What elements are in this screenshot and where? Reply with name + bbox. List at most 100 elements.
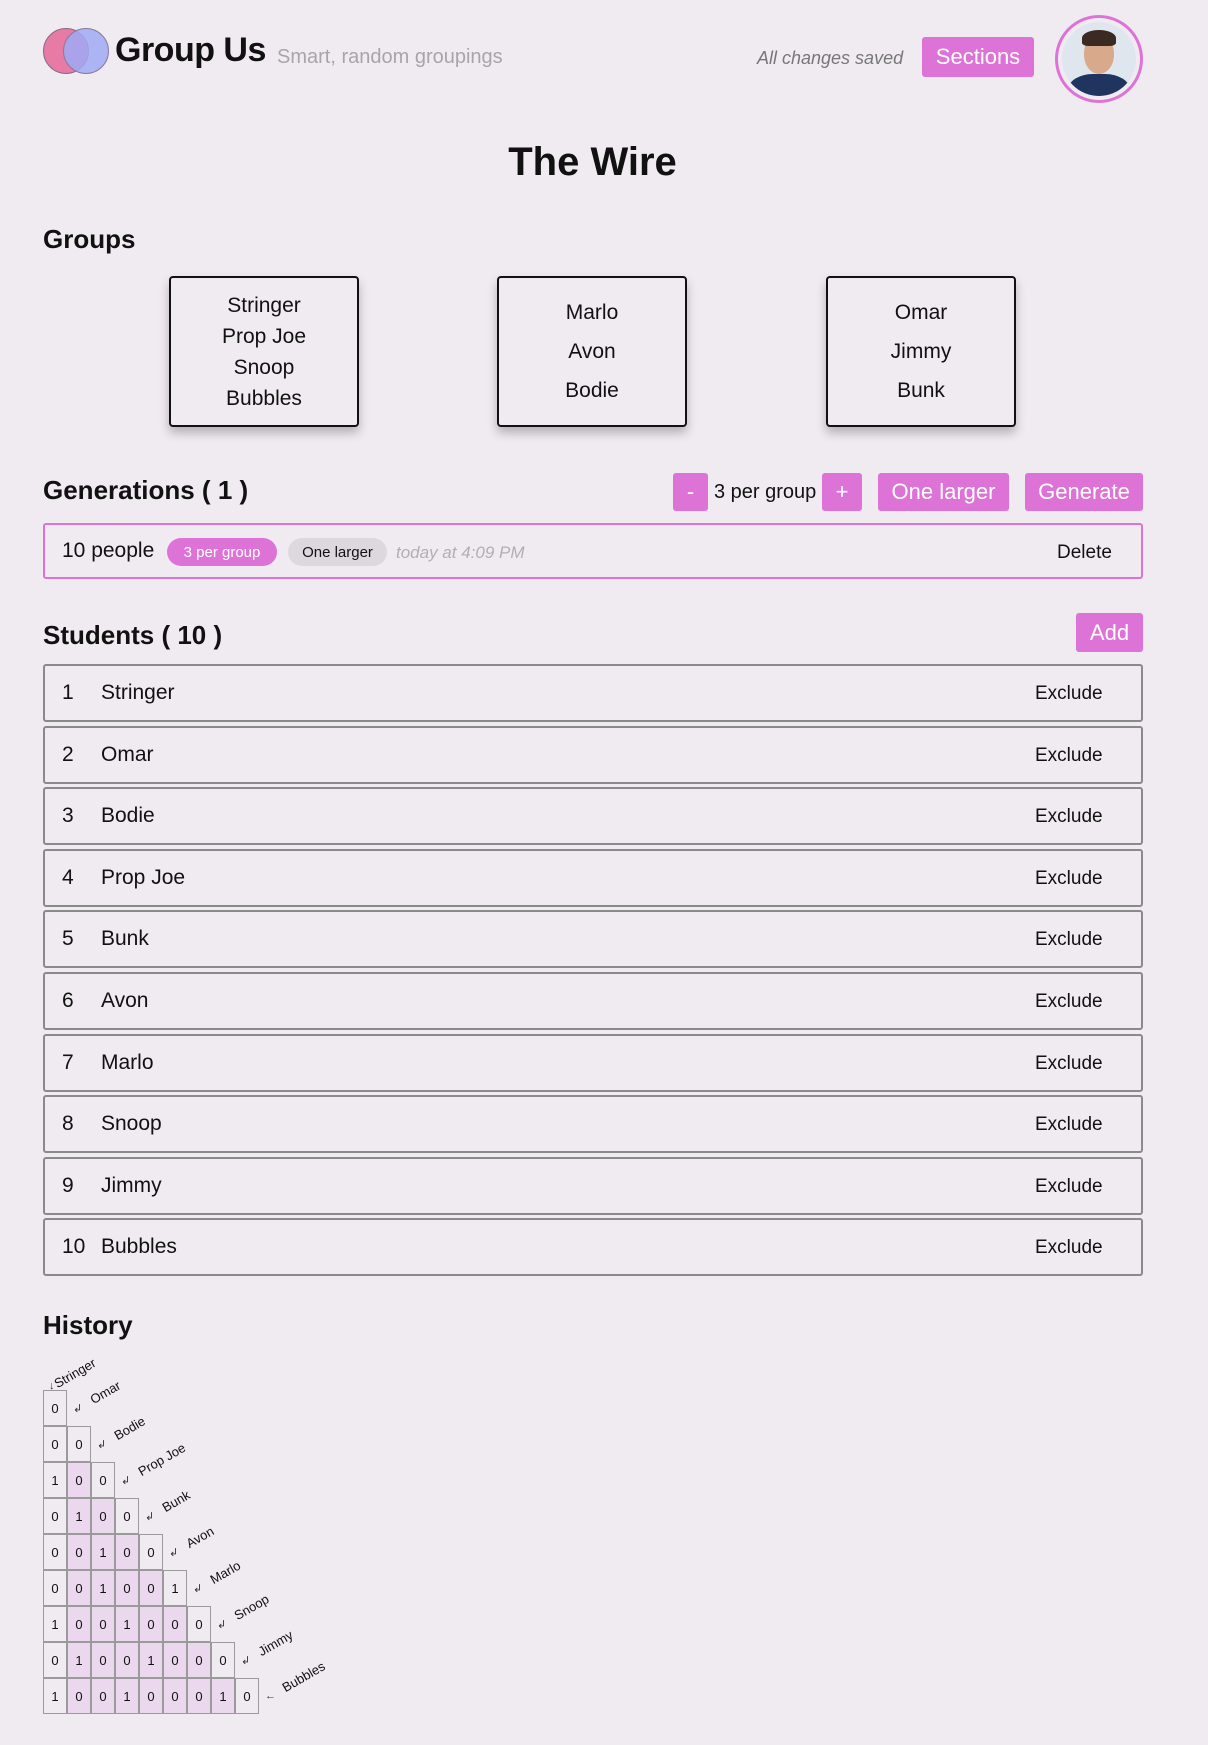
exclude-student-button[interactable]: Exclude	[1035, 745, 1103, 767]
exclude-student-button[interactable]: Exclude	[1035, 929, 1103, 951]
generation-entry[interactable]: 10 people 3 per group One larger today a…	[43, 523, 1143, 579]
student-name: Bubbles	[101, 1235, 177, 1259]
history-label: Jimmy	[255, 1627, 296, 1659]
student-row[interactable]: 3 Bodie Exclude	[43, 787, 1143, 846]
history-cell: 0	[115, 1498, 139, 1534]
history-cell: 0	[163, 1606, 187, 1642]
exclude-student-button[interactable]: Exclude	[1035, 1237, 1103, 1259]
group-member: Avon	[568, 340, 616, 363]
student-row[interactable]: 8 Snoop Exclude	[43, 1095, 1143, 1154]
history-cell: 0	[67, 1462, 91, 1498]
history-cell: 0	[67, 1534, 91, 1570]
history-cell: 1	[139, 1642, 163, 1678]
one-larger-badge: One larger	[288, 538, 387, 566]
history-label: Bodie	[111, 1413, 148, 1443]
history-cell: 0	[43, 1534, 67, 1570]
student-row[interactable]: 4 Prop Joe Exclude	[43, 848, 1143, 907]
student-row[interactable]: 2 Omar Exclude	[43, 725, 1143, 784]
history-cell: 0	[187, 1678, 211, 1714]
student-name: Bodie	[101, 804, 155, 828]
exclude-student-button[interactable]: Exclude	[1035, 991, 1103, 1013]
increase-group-size-button[interactable]: +	[822, 473, 862, 511]
history-cell: 0	[91, 1462, 115, 1498]
exclude-student-button[interactable]: Exclude	[1035, 868, 1103, 890]
generation-timestamp: today at 4:09 PM	[396, 543, 525, 562]
logo-icon	[43, 28, 109, 74]
exclude-student-button[interactable]: Exclude	[1035, 683, 1103, 705]
history-label: Marlo	[207, 1557, 244, 1587]
history-cell: 0	[43, 1390, 67, 1426]
student-row[interactable]: 5 Bunk Exclude	[43, 910, 1143, 969]
history-cell: 1	[43, 1678, 67, 1714]
add-student-button[interactable]: Add	[1076, 613, 1143, 652]
student-number: 4	[62, 865, 74, 889]
history-cell: 0	[163, 1678, 187, 1714]
history-cell: 1	[43, 1606, 67, 1642]
student-number: 8	[62, 1112, 74, 1136]
generate-button[interactable]: Generate	[1025, 473, 1143, 511]
student-number: 5	[62, 927, 74, 951]
student-number: 10	[62, 1235, 86, 1259]
history-arrow-icon: ↲	[121, 1475, 131, 1487]
history-cell: 0	[43, 1426, 67, 1462]
student-number: 7	[62, 1050, 74, 1074]
student-row[interactable]: 10 Bubbles Exclude	[43, 1218, 1143, 1277]
history-cell: 0	[115, 1534, 139, 1570]
history-cell: 0	[91, 1498, 115, 1534]
exclude-student-button[interactable]: Exclude	[1035, 1053, 1103, 1075]
sections-button[interactable]: Sections	[922, 37, 1034, 77]
history-cell: 0	[163, 1642, 187, 1678]
history-label: Bubbles	[279, 1658, 328, 1695]
student-row[interactable]: 6 Avon Exclude	[43, 972, 1143, 1030]
student-name: Bunk	[101, 927, 149, 951]
decrease-group-size-button[interactable]: -	[673, 473, 708, 511]
student-row[interactable]: 1 Stringer Exclude	[43, 664, 1143, 722]
history-cell: 1	[67, 1642, 91, 1678]
history-cell: 1	[115, 1678, 139, 1714]
student-row[interactable]: 9 Jimmy Exclude	[43, 1156, 1143, 1215]
groups-heading: Groups	[43, 224, 136, 254]
student-name: Snoop	[101, 1112, 162, 1136]
history-cell: 0	[211, 1642, 235, 1678]
students-heading: Students ( 10 )	[43, 620, 223, 650]
group-member: Omar	[894, 301, 948, 324]
avatar[interactable]	[1055, 15, 1143, 103]
history-cell: 1	[67, 1498, 91, 1534]
one-larger-button[interactable]: One larger	[878, 473, 1009, 511]
history-cell: 0	[67, 1426, 91, 1462]
generations-heading: Generations ( 1 )	[43, 475, 249, 505]
history-arrow-icon: ↲	[145, 1511, 155, 1523]
history-label: Snoop	[231, 1591, 272, 1623]
history-cell: 1	[43, 1462, 67, 1498]
history-cell: 0	[139, 1606, 163, 1642]
student-name: Stringer	[101, 681, 175, 704]
history-label: Omar	[87, 1377, 124, 1407]
history-cell: 0	[187, 1642, 211, 1678]
history-cell: 1	[211, 1678, 235, 1714]
history-cell: 0	[139, 1678, 163, 1714]
group-member: Bubbles	[226, 386, 302, 410]
history-arrow-icon: ←	[265, 1690, 276, 1702]
history-cell: 1	[91, 1570, 115, 1606]
history-cell: 0	[235, 1678, 259, 1714]
history-cell: 0	[43, 1570, 67, 1606]
delete-generation-button[interactable]: Delete	[1057, 542, 1112, 564]
group-member: Jimmy	[890, 340, 952, 363]
group-member: Bunk	[897, 379, 945, 402]
student-row[interactable]: 7 Marlo Exclude	[43, 1033, 1143, 1092]
history-cell: 0	[91, 1606, 115, 1642]
exclude-student-button[interactable]: Exclude	[1035, 1114, 1103, 1136]
history-arrow-icon: ↲	[241, 1655, 251, 1667]
history-arrow-icon: ↲	[73, 1403, 83, 1415]
exclude-student-button[interactable]: Exclude	[1035, 806, 1103, 828]
app-header: Group Us Smart, random groupings All cha…	[43, 14, 1143, 104]
history-cell: 0	[115, 1642, 139, 1678]
history-cell: 0	[67, 1606, 91, 1642]
history-label: Prop Joe	[135, 1439, 189, 1479]
student-number: 3	[62, 804, 74, 828]
history-arrow-icon: ↲	[169, 1547, 179, 1559]
history-cell: 0	[67, 1570, 91, 1606]
exclude-student-button[interactable]: Exclude	[1035, 1176, 1103, 1198]
group-card: Stringer Prop Joe Snoop Bubbles	[169, 276, 359, 427]
group-member: Snoop	[233, 355, 295, 379]
